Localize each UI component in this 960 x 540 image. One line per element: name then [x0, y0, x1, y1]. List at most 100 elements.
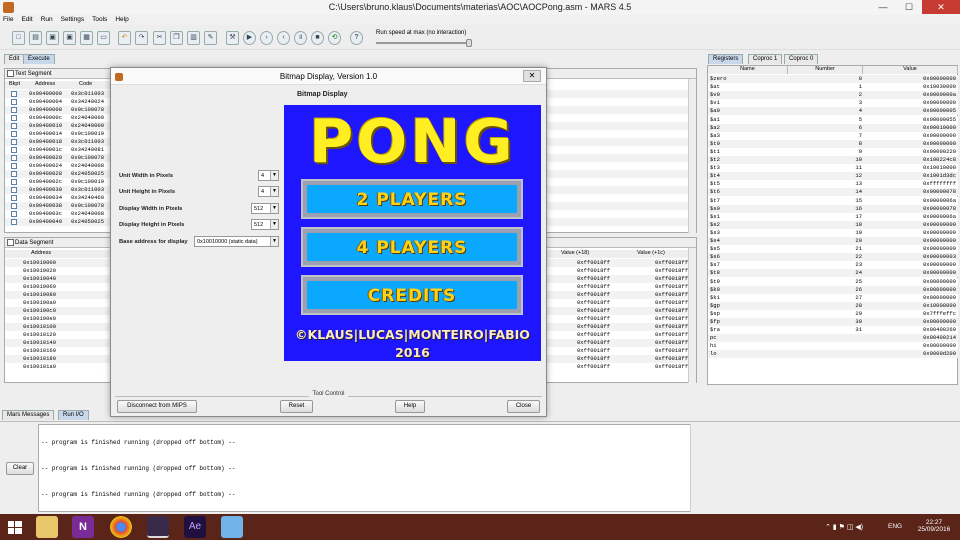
windows-start-icon[interactable]	[8, 521, 22, 534]
run-io-output: -- program is finished running (dropped …	[38, 424, 698, 512]
chrome-icon[interactable]	[110, 516, 132, 538]
clear-button[interactable]: Clear	[6, 462, 34, 475]
address-cell: 0x10010000	[23, 259, 57, 266]
breakpoint-checkbox[interactable]	[11, 139, 17, 145]
onenote-icon[interactable]: N	[72, 516, 94, 538]
address-cell: 0x100101a0	[23, 363, 57, 370]
help-button[interactable]: Help	[395, 400, 425, 413]
assemble-icon[interactable]: ⚒	[226, 31, 239, 45]
clock[interactable]: 22:27 25/09/2016	[917, 519, 951, 533]
code-cell: 0x34240024	[71, 98, 105, 105]
after-effects-icon[interactable]: Ae	[184, 516, 206, 538]
menu-settings[interactable]: Settings	[61, 15, 85, 25]
code-cell: 0x0c100078	[71, 202, 105, 209]
breakpoint-checkbox[interactable]	[11, 155, 17, 161]
tab-coproc0[interactable]: Coproc 0	[784, 54, 819, 64]
pause-icon[interactable]: ॥	[294, 31, 307, 45]
close-window-button[interactable]: ✕	[922, 0, 960, 14]
menu-edit[interactable]: Edit	[21, 15, 32, 25]
findreplace-icon[interactable]: ✎	[204, 31, 217, 45]
close-button[interactable]: Close	[507, 400, 540, 413]
step-icon[interactable]: ›	[260, 31, 273, 45]
language-indicator[interactable]: ENG	[888, 523, 902, 530]
breakpoint-checkbox[interactable]	[11, 219, 17, 225]
tab-execute[interactable]: Execute	[23, 54, 55, 64]
breakpoint-checkbox[interactable]	[11, 91, 17, 97]
slider-thumb[interactable]	[466, 39, 472, 47]
breakpoint-checkbox[interactable]	[11, 179, 17, 185]
tab-mars-messages[interactable]: Mars Messages	[2, 410, 55, 420]
menu-help[interactable]: Help	[115, 15, 128, 25]
chevron-down-icon: ▼	[270, 187, 278, 196]
disconnect-button[interactable]: Disconnect from MIPS	[117, 400, 197, 413]
address-cell: 0x10010160	[23, 347, 57, 354]
value-cell: 0xff0018ff	[577, 323, 611, 330]
maximize-button[interactable]: ☐	[896, 0, 922, 14]
help-icon[interactable]: ?	[350, 31, 363, 45]
print-icon[interactable]: ▭	[97, 31, 110, 45]
copy-icon[interactable]: ❐	[170, 31, 183, 45]
cut-icon[interactable]: ✂	[153, 31, 166, 45]
breakpoint-checkbox[interactable]	[11, 131, 17, 137]
data-segment-scrollbar[interactable]	[688, 248, 696, 383]
unit-height-select[interactable]: 4 ▼	[258, 186, 279, 197]
new-icon[interactable]: □	[12, 31, 25, 45]
undo-icon[interactable]: ↶	[118, 31, 131, 45]
toolbar: □ ▤ ▣ ▣ ▦ ▭ ↶ ↷ ✂ ❐ ▥ ✎ ⚒ ▶ › ‹ ॥ ■ ⟲ ? …	[0, 26, 960, 50]
breakpoint-checkbox[interactable]	[11, 99, 17, 105]
file-explorer-icon[interactable]	[36, 516, 58, 538]
menu-4-players-label: 4 PLAYERS	[307, 233, 517, 261]
register-number: 22	[855, 253, 862, 261]
menu-tools[interactable]: Tools	[92, 15, 107, 25]
window-title: C:\Users\bruno.klaus\Documents\materias\…	[328, 2, 632, 12]
backstep-icon[interactable]: ‹	[277, 31, 290, 45]
tab-coproc1[interactable]: Coproc 1	[748, 54, 783, 64]
dialog-app-icon	[115, 73, 123, 81]
value-cell: 0xff0018ff	[577, 355, 611, 362]
save-icon[interactable]: ▣	[46, 31, 59, 45]
breakpoint-checkbox[interactable]	[11, 203, 17, 209]
clock-time: 22:27	[925, 519, 943, 526]
menu-run[interactable]: Run	[41, 15, 53, 25]
virtualbox-icon[interactable]	[221, 516, 243, 538]
breakpoint-checkbox[interactable]	[11, 211, 17, 217]
stop-icon[interactable]: ■	[311, 31, 324, 45]
base-address-select[interactable]: 0x10010000 (static data) ▼	[194, 236, 279, 247]
unit-width-select[interactable]: 4 ▼	[258, 170, 279, 181]
address-cell: 0x100100c0	[23, 307, 57, 314]
address-cell: 0x00400038	[29, 202, 63, 209]
breakpoint-checkbox[interactable]	[11, 123, 17, 129]
tab-run-io[interactable]: Run I/O	[58, 410, 89, 420]
breakpoint-checkbox[interactable]	[11, 163, 17, 169]
reset-icon[interactable]: ⟲	[328, 31, 341, 45]
display-height-select[interactable]: 512 ▼	[251, 219, 279, 230]
register-value: 0x00000000	[922, 99, 956, 107]
minimize-button[interactable]: —	[870, 0, 896, 14]
breakpoint-checkbox[interactable]	[11, 107, 17, 113]
output-scrollbar[interactable]	[690, 424, 698, 512]
panel-icon	[7, 70, 14, 77]
breakpoint-checkbox[interactable]	[11, 171, 17, 177]
tray-icons[interactable]: ⌃ ▮ ⚑ ◫ ◀)	[825, 523, 863, 531]
open-icon[interactable]: ▤	[29, 31, 42, 45]
paste-icon[interactable]: ▥	[187, 31, 200, 45]
breakpoint-checkbox[interactable]	[11, 147, 17, 153]
run-speed-slider[interactable]	[376, 39, 472, 47]
go-icon[interactable]: ▶	[243, 31, 256, 45]
dialog-close-x[interactable]: ✕	[523, 70, 541, 82]
breakpoint-checkbox[interactable]	[11, 115, 17, 121]
tab-edit[interactable]: Edit	[4, 54, 25, 64]
display-width-select[interactable]: 512 ▼	[251, 203, 279, 214]
redo-icon[interactable]: ↷	[135, 31, 148, 45]
breakpoint-checkbox[interactable]	[11, 187, 17, 193]
mars-taskbar-icon[interactable]	[147, 516, 169, 538]
tab-registers[interactable]: Registers	[708, 54, 744, 64]
menu-file[interactable]: File	[3, 15, 13, 25]
register-value: 0x00000000	[922, 75, 956, 82]
text-segment-scrollbar[interactable]	[688, 79, 696, 233]
reset-button[interactable]: Reset	[280, 400, 313, 413]
value-cell: 0xff0018ff	[577, 267, 611, 274]
saveas-icon[interactable]: ▣	[63, 31, 76, 45]
breakpoint-checkbox[interactable]	[11, 195, 17, 201]
dump-icon[interactable]: ▦	[80, 31, 93, 45]
